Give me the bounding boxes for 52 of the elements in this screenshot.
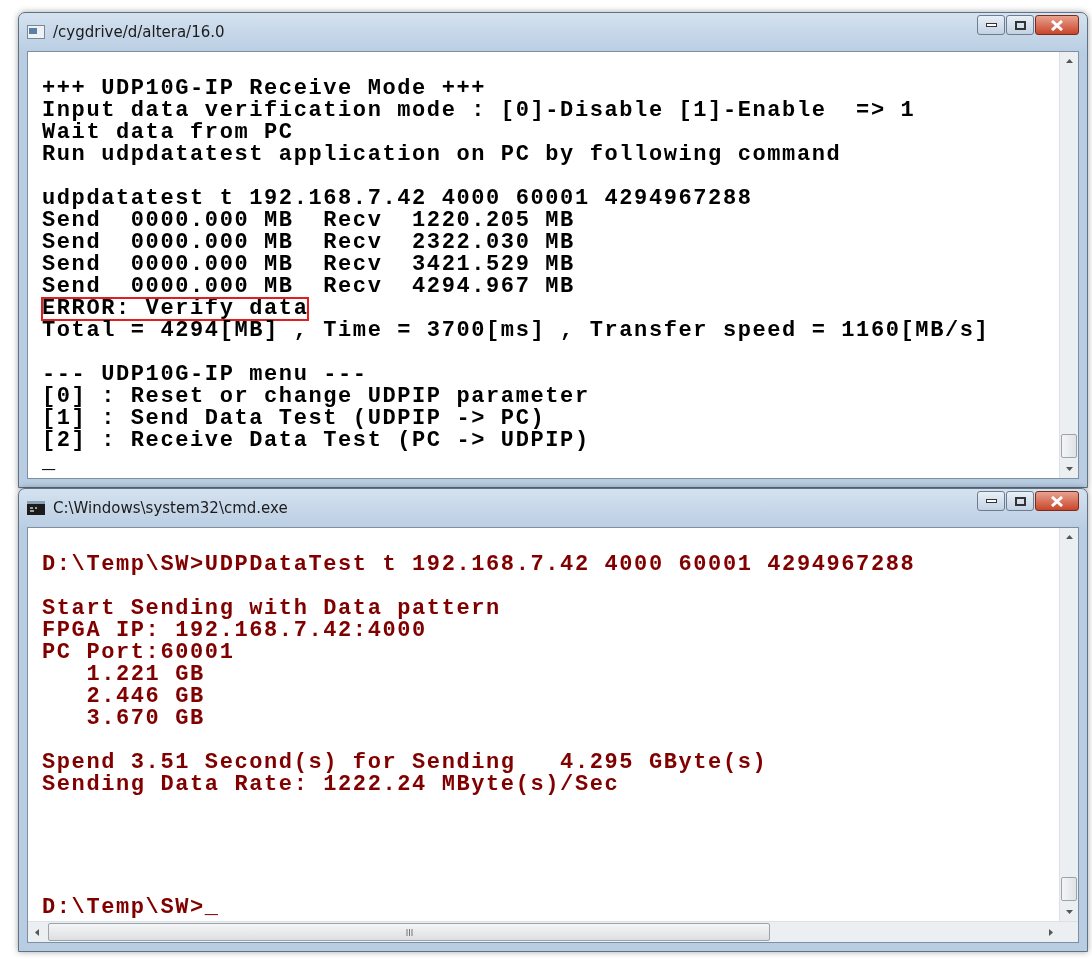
minimize-button[interactable] [977, 15, 1005, 35]
close-button[interactable] [1035, 15, 1079, 35]
output-line: PC Port:60001 [42, 642, 235, 664]
output-line: [1] : Send Data Test (UDPIP -> PC) [42, 408, 546, 430]
close-button[interactable] [1035, 491, 1079, 511]
close-icon [1050, 495, 1064, 507]
up-arrow-icon [1065, 535, 1073, 539]
output-line: D:\Temp\SW>_ [42, 897, 220, 919]
output-line: [0] : Reset or change UDPIP parameter [42, 386, 590, 408]
output-line: --- UDP10G-IP menu --- [42, 364, 368, 386]
output-line: Input data verification mode : [0]-Disable [1]-Enable => 1 [42, 100, 916, 122]
output-line: Sending Data Rate: 1222.24 MByte(s)/Sec [42, 774, 620, 796]
command-prompt-icon [27, 501, 45, 515]
scrollbar-thumb[interactable] [1061, 434, 1077, 458]
up-arrow-icon [1065, 59, 1073, 63]
output-line: Send 0000.000 MB Recv 4294.967 MB [42, 276, 575, 298]
maximize-icon [1014, 496, 1026, 506]
output-line: Total = 4294[MB] , Time = 3700[ms] , Transfer speed = 1160[MB/s] [42, 320, 990, 342]
highlighted-output-line: ERROR: Verify data [42, 298, 309, 320]
window-title: C:\Windows\system32\cmd.exe [53, 499, 288, 517]
maximize-button[interactable] [1006, 15, 1034, 35]
maximize-button[interactable] [1006, 491, 1034, 511]
output-line: D:\Temp\SW>UDPDataTest t 192.168.7.42 4000 60001 4294967288 [42, 554, 916, 576]
output-line: _ [42, 452, 57, 474]
scrollbar-thumb[interactable] [48, 923, 770, 941]
left-arrow-icon [35, 928, 39, 936]
grip-icon [405, 928, 413, 936]
output-line: [2] : Receive Data Test (PC -> UDPIP) [42, 430, 590, 452]
terminal-icon [27, 25, 45, 39]
output-line: Run udpdatatest application on PC by following command [42, 144, 842, 166]
output-line: +++ UDP10G-IP Receive Mode +++ [42, 78, 487, 100]
output-line: 2.446 GB [85, 686, 205, 708]
minimize-icon [985, 499, 997, 503]
output-line: 1.221 GB [85, 664, 205, 686]
output-line: Start Sending with Data pattern [42, 598, 501, 620]
close-icon [1050, 19, 1064, 31]
output-line: Send 0000.000 MB Recv 2322.030 MB [42, 232, 575, 254]
output-line: Spend 3.51 Second(s) for Sending 4.295 GByte(s) [42, 752, 768, 774]
output-line: 3.670 GB [85, 708, 205, 730]
down-arrow-icon [1065, 467, 1073, 471]
maximize-icon [1014, 20, 1026, 30]
minimize-button[interactable] [977, 491, 1005, 511]
window-title: /cygdrive/d/altera/16.0 [53, 23, 225, 41]
output-line: Wait data from PC [42, 122, 294, 144]
output-line: FPGA IP: 192.168.7.42:4000 [42, 620, 427, 642]
right-arrow-icon [1049, 928, 1053, 936]
output-line: udpdatatest t 192.168.7.42 4000 60001 4294967288 [42, 188, 753, 210]
output-line: Send 0000.000 MB Recv 3421.529 MB [42, 254, 575, 276]
down-arrow-icon [1065, 910, 1073, 914]
minimize-icon [985, 23, 997, 27]
scrollbar-thumb[interactable] [1061, 877, 1077, 901]
output-line: Send 0000.000 MB Recv 1220.205 MB [42, 210, 575, 232]
